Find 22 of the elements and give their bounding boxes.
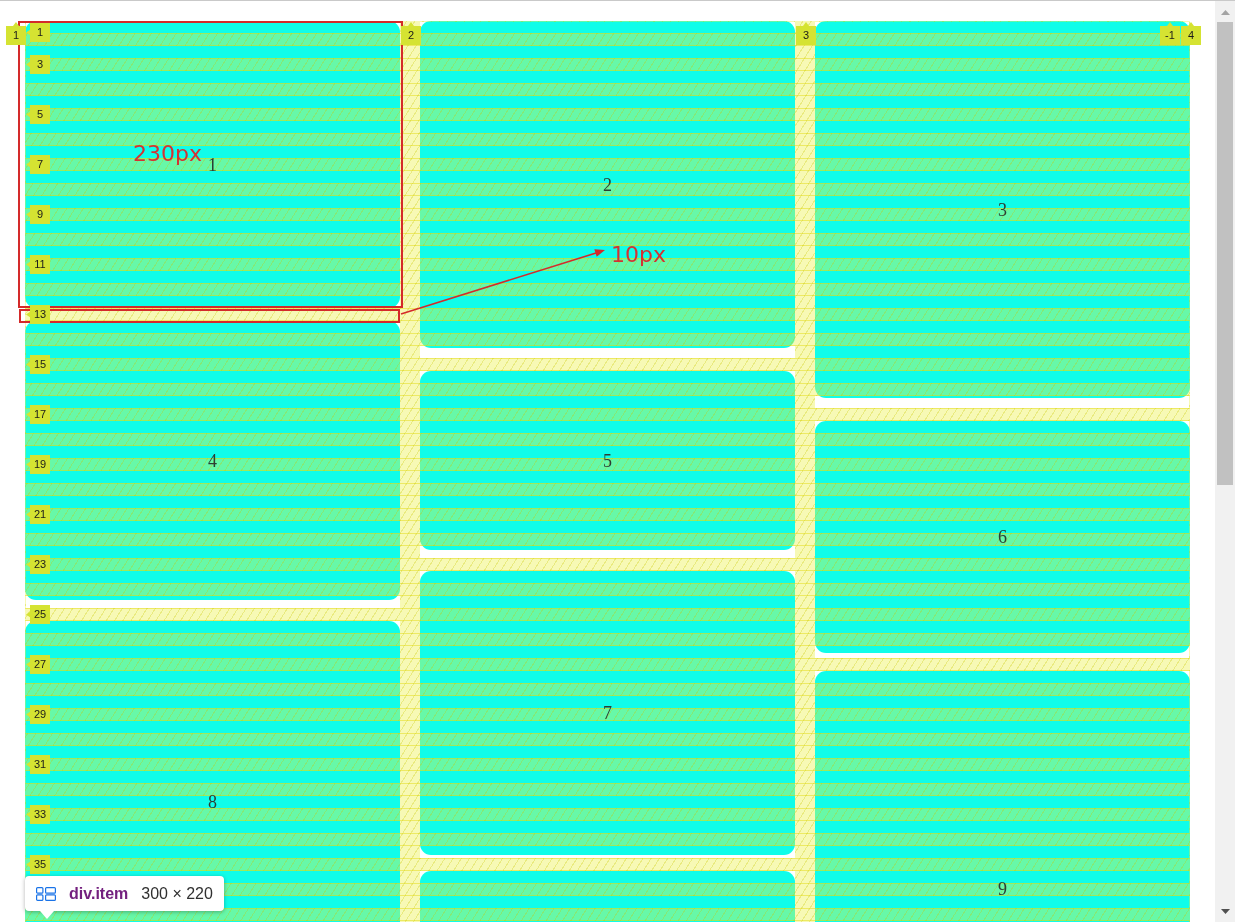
column-line-number: 3 bbox=[796, 22, 816, 45]
element-selector: div.item bbox=[69, 884, 129, 903]
column-line-number: 1 bbox=[6, 22, 26, 45]
element-size: 300 × 220 bbox=[141, 884, 213, 903]
column-line-number: 4 bbox=[1181, 22, 1201, 45]
item-number: 7 bbox=[603, 703, 612, 723]
column-line-number: 2 bbox=[401, 22, 421, 45]
item-number: 2 bbox=[603, 174, 612, 195]
row-line-number: 13 bbox=[26, 305, 50, 324]
scroll-up-icon[interactable] bbox=[1220, 10, 1230, 15]
item-number: 9 bbox=[998, 879, 1007, 899]
item-number: 4 bbox=[208, 450, 217, 471]
item-number: 5 bbox=[603, 450, 612, 471]
scrollbar-track[interactable] bbox=[1215, 1, 1235, 922]
item-number: 8 bbox=[208, 792, 217, 812]
item-number: 3 bbox=[998, 199, 1007, 220]
grid-layout-icon bbox=[36, 886, 56, 901]
scrollbar-thumb[interactable] bbox=[1217, 22, 1233, 485]
row-line-number: 25 bbox=[26, 605, 50, 624]
item-number: 6 bbox=[998, 527, 1007, 547]
item-number: 1 bbox=[208, 154, 217, 175]
scroll-down-icon[interactable] bbox=[1220, 909, 1230, 914]
